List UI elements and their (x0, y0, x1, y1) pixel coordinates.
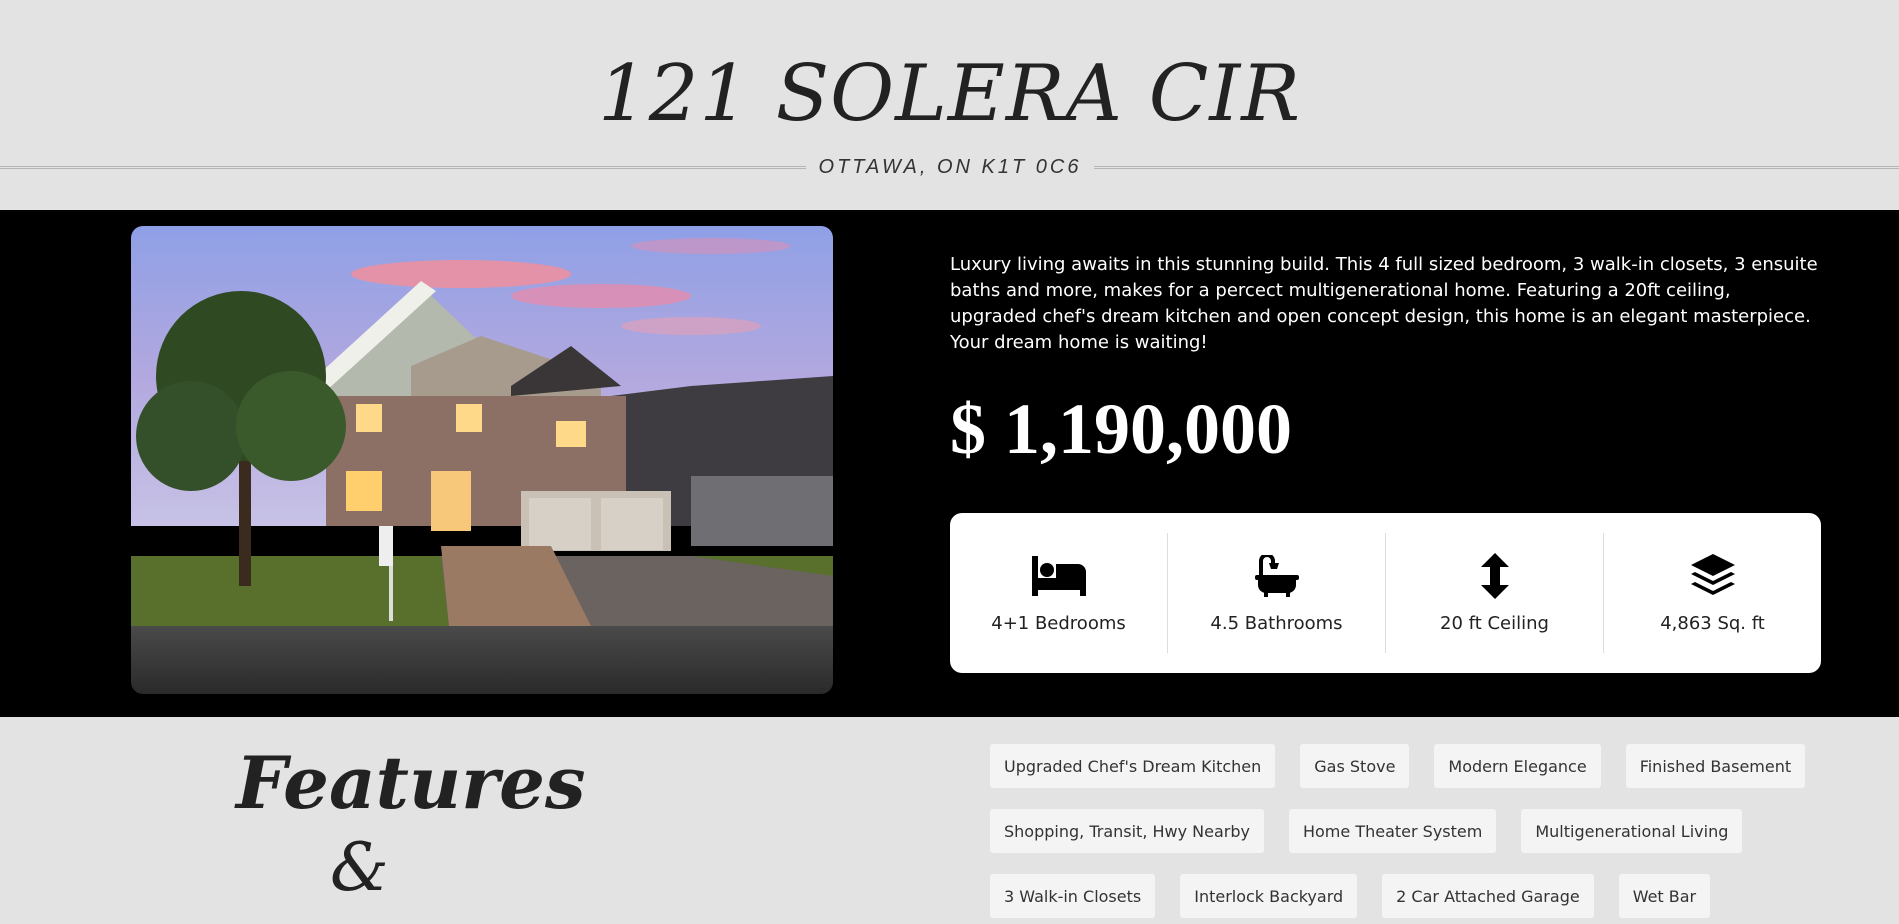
stat-bathrooms-label: 4.5 Bathrooms (1210, 612, 1343, 634)
stat-bedrooms-label: 4+1 Bedrooms (991, 612, 1126, 634)
feature-tag[interactable]: 3 Walk-in Closets (990, 874, 1156, 918)
feature-tag[interactable]: Multigenerational Living (1521, 809, 1743, 853)
feature-tag[interactable]: Shopping, Transit, Hwy Nearby (990, 809, 1264, 853)
bathtub-icon (1254, 553, 1299, 599)
stat-area-label: 4,863 Sq. ft (1660, 612, 1765, 634)
feature-tag[interactable]: Finished Basement (1625, 744, 1806, 788)
feature-tags: Upgraded Chef's Dream Kitchen Gas Stove … (990, 744, 1850, 918)
bed-icon (1031, 553, 1086, 599)
stat-ceiling: 20 ft Ceiling (1386, 533, 1604, 653)
stat-ceiling-label: 20 ft Ceiling (1440, 612, 1549, 634)
feature-tag[interactable]: Home Theater System (1288, 809, 1497, 853)
listing-price: $ 1,190,000 (950, 389, 1292, 469)
feature-tag[interactable]: Wet Bar (1618, 874, 1711, 918)
feature-tag[interactable]: Gas Stove (1300, 744, 1410, 788)
property-address-title: 121 SOLERA CIR (598, 49, 1301, 139)
features-heading: Features (236, 740, 586, 825)
listing-description: Luxury living awaits in this stunning bu… (950, 254, 1818, 353)
stat-area: 4,863 Sq. ft (1604, 533, 1821, 653)
divider-left (0, 166, 806, 169)
stat-bedrooms: 4+1 Bedrooms (950, 533, 1168, 653)
hero-section: Luxury living awaits in this stunning bu… (0, 210, 1899, 717)
page-header: 121 SOLERA CIR OTTAWA, ON K1T 0C6 (0, 0, 1899, 210)
feature-tag[interactable]: Interlock Backyard (1180, 874, 1358, 918)
features-ampersand: & (330, 829, 389, 906)
stats-card: 4+1 Bedrooms 4.5 Bathrooms 20 ft Ceiling… (950, 513, 1821, 673)
vertical-arrows-icon (1480, 552, 1509, 599)
feature-tag[interactable]: Modern Elegance (1434, 744, 1601, 788)
feature-tag[interactable]: 2 Car Attached Garage (1382, 874, 1594, 918)
stat-bathrooms: 4.5 Bathrooms (1168, 533, 1386, 653)
divider-right (1094, 166, 1899, 169)
feature-tag[interactable]: Upgraded Chef's Dream Kitchen (990, 744, 1276, 788)
house-photo[interactable] (131, 226, 833, 694)
property-city: OTTAWA, ON K1T 0C6 (818, 156, 1082, 178)
layers-icon (1690, 553, 1735, 599)
